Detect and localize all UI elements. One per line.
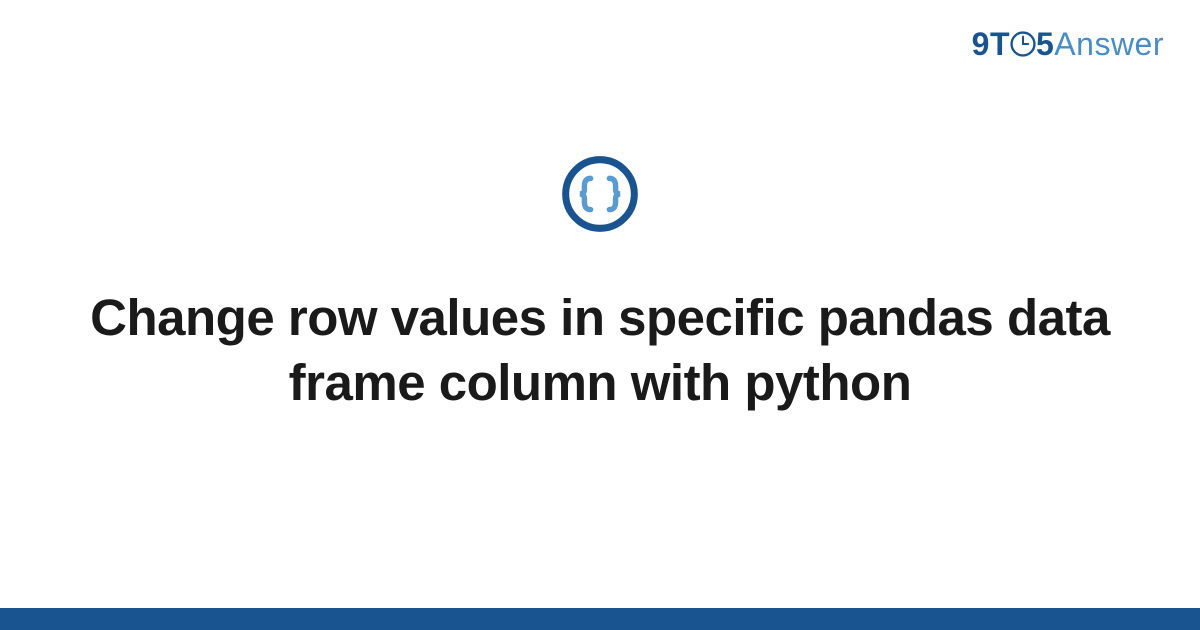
site-logo: 9T5Answer (972, 26, 1164, 63)
clock-icon (1010, 31, 1036, 57)
logo-part-answer: Answer (1054, 26, 1164, 62)
logo-part-9: 9 (972, 26, 990, 62)
page-title: Change row values in specific pandas dat… (60, 285, 1140, 416)
logo-part-t: T (990, 26, 1010, 62)
code-braces-icon (561, 155, 639, 233)
logo-part-5: 5 (1036, 26, 1054, 62)
footer-bar (0, 608, 1200, 630)
